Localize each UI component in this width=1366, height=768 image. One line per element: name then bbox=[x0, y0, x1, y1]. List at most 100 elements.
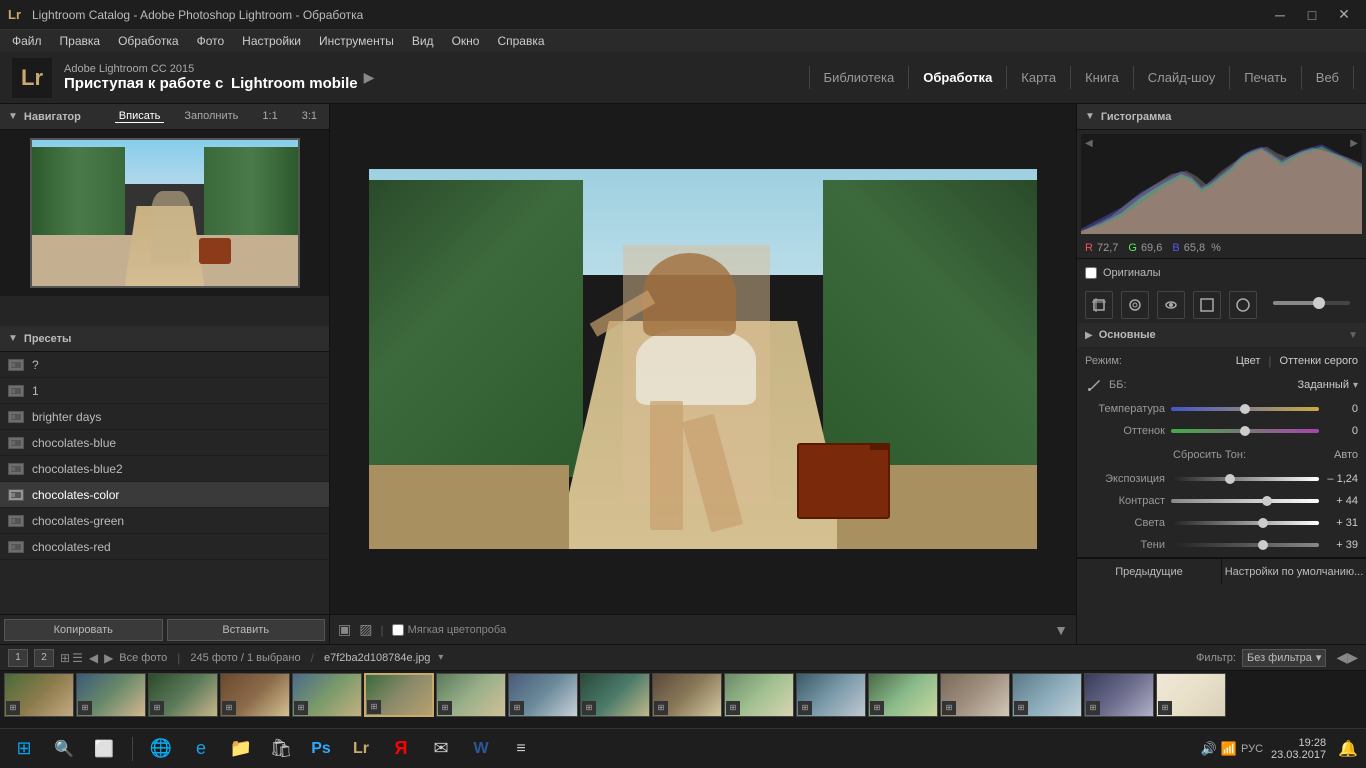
preset-item-chocolates-red[interactable]: chocolates-red bbox=[0, 534, 329, 560]
highlights-thumb[interactable] bbox=[1258, 518, 1268, 528]
menu-view[interactable]: Вид bbox=[404, 32, 442, 50]
module-map[interactable]: Карта bbox=[1007, 66, 1071, 89]
crop-tool[interactable] bbox=[1085, 291, 1113, 319]
highlights-slider[interactable] bbox=[1171, 521, 1319, 525]
master-slider-thumb[interactable] bbox=[1313, 297, 1325, 309]
default-settings-button[interactable]: Настройки по умолчанию... bbox=[1222, 559, 1366, 584]
taskbar-misc[interactable]: ≡ bbox=[505, 733, 537, 765]
view-loupe-icon[interactable]: ▣ bbox=[338, 621, 351, 638]
film-thumb-13[interactable]: ⊞ bbox=[868, 673, 938, 717]
taskbar-photoshop[interactable]: Ps bbox=[305, 733, 337, 765]
module-library[interactable]: Библиотека bbox=[809, 66, 910, 89]
preset-item-1[interactable]: 1 bbox=[0, 378, 329, 404]
temperature-thumb[interactable] bbox=[1240, 404, 1250, 414]
taskbar-yandex[interactable]: Я bbox=[385, 733, 417, 765]
tint-thumb[interactable] bbox=[1240, 426, 1250, 436]
redeye-tool[interactable] bbox=[1157, 291, 1185, 319]
taskbar-word[interactable]: W bbox=[465, 733, 497, 765]
tint-slider[interactable] bbox=[1171, 429, 1319, 433]
preset-item-chocolates-color[interactable]: chocolates-color bbox=[0, 482, 329, 508]
menu-settings[interactable]: Настройки bbox=[234, 32, 309, 50]
copy-button[interactable]: Копировать bbox=[4, 619, 163, 641]
film-thumb-16[interactable]: ⊞ bbox=[1084, 673, 1154, 717]
menu-file[interactable]: Файл bbox=[4, 32, 50, 50]
film-thumb-10[interactable]: ⊞ bbox=[652, 673, 722, 717]
nav-3to1-btn[interactable]: 3:1 bbox=[298, 110, 321, 123]
preset-item-chocolates-blue2[interactable]: chocolates-blue2 bbox=[0, 456, 329, 482]
module-develop[interactable]: Обработка bbox=[909, 66, 1007, 89]
taskbar-ie[interactable]: e bbox=[185, 733, 217, 765]
tray-volume-icon[interactable]: 📶 bbox=[1221, 741, 1237, 757]
maximize-button[interactable]: □ bbox=[1298, 5, 1326, 25]
module-print[interactable]: Печать bbox=[1230, 66, 1302, 89]
taskbar-store[interactable]: 🛍 bbox=[265, 733, 297, 765]
filmstrip-page-2[interactable]: 2 bbox=[34, 649, 54, 667]
filmstrip-list-icon[interactable]: ☰ bbox=[72, 651, 83, 665]
tray-network-icon[interactable]: 🔊 bbox=[1201, 741, 1217, 757]
film-thumb-1[interactable]: ⊞ bbox=[4, 673, 74, 717]
contrast-slider[interactable] bbox=[1171, 499, 1319, 503]
film-thumb-17[interactable]: ⊞ bbox=[1156, 673, 1226, 717]
exposure-thumb[interactable] bbox=[1225, 474, 1235, 484]
film-thumb-4[interactable]: ⊞ bbox=[220, 673, 290, 717]
navigator-header[interactable]: ▼ Навигатор Вписать Заполнить 1:1 3:1 bbox=[0, 104, 329, 130]
taskbar-search[interactable]: 🔍 bbox=[48, 733, 80, 765]
taskbar-start[interactable]: ⊞ bbox=[8, 733, 40, 765]
film-thumb-2[interactable]: ⊞ bbox=[76, 673, 146, 717]
menu-edit[interactable]: Правка bbox=[52, 32, 109, 50]
tone-reset-auto-btn[interactable]: Авто bbox=[1334, 449, 1358, 461]
mode-color-value[interactable]: Цвет bbox=[1236, 355, 1261, 367]
module-web[interactable]: Веб bbox=[1302, 66, 1354, 89]
film-thumb-7[interactable]: ⊞ bbox=[436, 673, 506, 717]
shadows-thumb[interactable] bbox=[1258, 540, 1268, 550]
menu-photo[interactable]: Фото bbox=[189, 32, 233, 50]
softproof-check-input[interactable] bbox=[392, 624, 404, 636]
contrast-thumb[interactable] bbox=[1262, 496, 1272, 506]
film-thumb-8[interactable]: ⊞ bbox=[508, 673, 578, 717]
mode-grayscale-value[interactable]: Оттенки серого bbox=[1280, 355, 1358, 367]
taskbar-lightroom[interactable]: Lr bbox=[345, 733, 377, 765]
tray-lang[interactable]: РУС bbox=[1241, 743, 1263, 755]
menu-window[interactable]: Окно bbox=[444, 32, 488, 50]
filter-dropdown[interactable]: Без фильтра ▾ bbox=[1242, 649, 1326, 667]
film-thumb-15[interactable]: ⊞ bbox=[1012, 673, 1082, 717]
navigator-preview[interactable] bbox=[0, 130, 329, 296]
film-thumb-11[interactable]: ⊞ bbox=[724, 673, 794, 717]
mobile-play-button[interactable]: ▶ bbox=[364, 69, 375, 86]
taskbar-email[interactable]: ✉ bbox=[425, 733, 457, 765]
originals-checkbox[interactable] bbox=[1085, 267, 1097, 279]
paste-button[interactable]: Вставить bbox=[167, 619, 326, 641]
softproof-checkbox[interactable]: Мягкая цветопроба bbox=[392, 624, 506, 636]
taskbar-chrome[interactable]: 🌐 bbox=[145, 733, 177, 765]
film-thumb-5[interactable]: ⊞ bbox=[292, 673, 362, 717]
histogram-right-arrow[interactable]: ▶ bbox=[1350, 138, 1358, 149]
presets-header[interactable]: ▼ Пресеты bbox=[0, 326, 329, 352]
spot-removal-tool[interactable] bbox=[1121, 291, 1149, 319]
minimize-button[interactable]: ─ bbox=[1266, 5, 1294, 25]
filmstrip-nav-prev[interactable]: ◀ bbox=[89, 651, 98, 665]
film-thumb-14[interactable]: ⊞ bbox=[940, 673, 1010, 717]
filename-dropdown-icon[interactable]: ▾ bbox=[438, 652, 443, 663]
filmstrip-page-1[interactable]: 1 bbox=[8, 649, 28, 667]
radial-filter-tool[interactable] bbox=[1229, 291, 1257, 319]
previous-button[interactable]: Предыдущие bbox=[1077, 559, 1222, 584]
photo-viewer[interactable] bbox=[330, 104, 1076, 614]
preset-item-question[interactable]: ? bbox=[0, 352, 329, 378]
menu-help[interactable]: Справка bbox=[489, 32, 552, 50]
preset-item-brighter-days[interactable]: brighter days bbox=[0, 404, 329, 430]
graduated-filter-tool[interactable] bbox=[1193, 291, 1221, 319]
film-thumb-3[interactable]: ⊞ bbox=[148, 673, 218, 717]
histogram-left-arrow[interactable]: ◀ bbox=[1085, 138, 1093, 149]
preset-item-chocolates-green[interactable]: chocolates-green bbox=[0, 508, 329, 534]
filmstrip-nav-next[interactable]: ▶ bbox=[104, 651, 113, 665]
film-thumb-12[interactable]: ⊞ bbox=[796, 673, 866, 717]
expand-toolbar-icon[interactable]: ▼ bbox=[1054, 622, 1068, 638]
taskbar-clock[interactable]: 19:28 23.03.2017 bbox=[1271, 737, 1326, 761]
master-slider-track[interactable] bbox=[1273, 301, 1350, 305]
shadows-slider[interactable] bbox=[1171, 543, 1319, 547]
close-button[interactable]: ✕ bbox=[1330, 5, 1358, 25]
taskbar-taskview[interactable]: ⬜ bbox=[88, 733, 120, 765]
film-thumb-6[interactable]: ⊞ bbox=[364, 673, 434, 717]
preset-item-chocolates-blue[interactable]: chocolates-blue bbox=[0, 430, 329, 456]
basic-section-header[interactable]: ▶ Основные ▼ bbox=[1077, 323, 1366, 347]
